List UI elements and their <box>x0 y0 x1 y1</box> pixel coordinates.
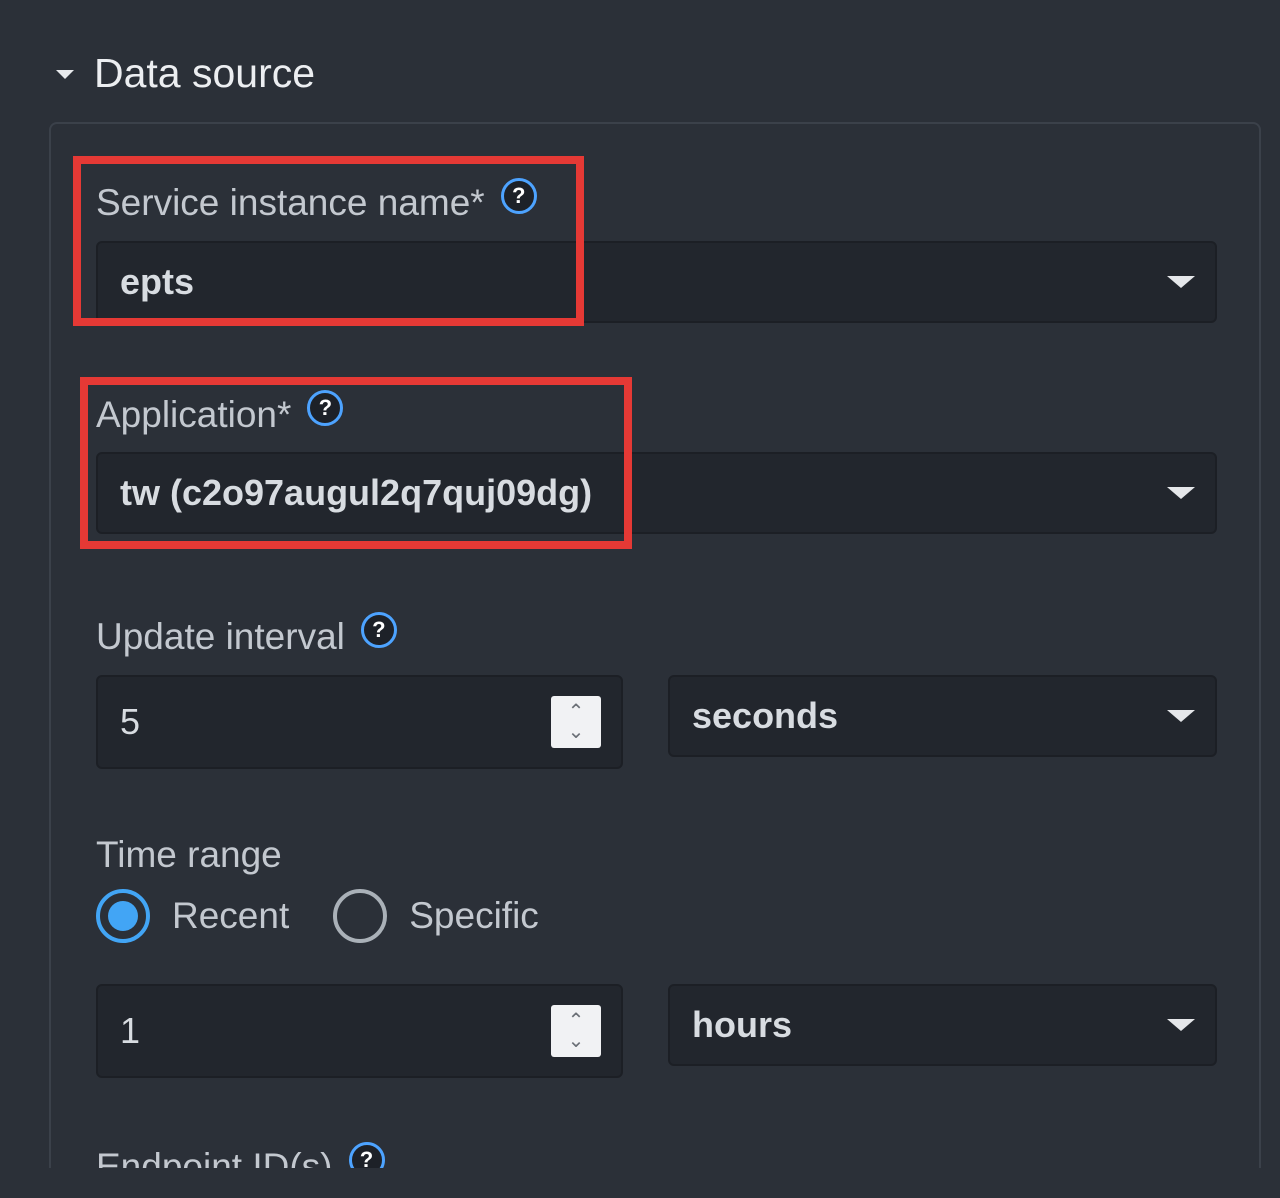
data-source-section-toggle[interactable]: Data source <box>56 50 315 97</box>
service-instance-label-row: Service instance name* ? <box>96 178 537 224</box>
update-interval-unit: seconds <box>692 695 839 736</box>
application-value: tw (c2o97augul2q7quj09dg) <box>120 472 593 513</box>
time-range-label-row: Time range <box>96 834 282 876</box>
radio-unselected-icon <box>333 889 388 943</box>
service-instance-value: epts <box>120 261 195 302</box>
help-icon[interactable]: ? <box>307 390 344 426</box>
update-interval-value: 5 <box>120 701 141 742</box>
radio-recent[interactable]: Recent <box>96 889 289 943</box>
radio-specific[interactable]: Specific <box>333 889 539 943</box>
update-interval-input[interactable]: 5 ⌃ ⌄ <box>96 675 623 769</box>
time-range-value: 1 <box>120 1010 141 1051</box>
time-range-input[interactable]: 1 ⌃ ⌄ <box>96 984 623 1078</box>
dropdown-arrow-icon <box>1167 1019 1195 1031</box>
caret-down-icon <box>56 70 74 79</box>
help-icon[interactable]: ? <box>348 1142 385 1168</box>
number-spinner[interactable]: ⌃ ⌄ <box>551 696 601 748</box>
update-interval-unit-select[interactable]: seconds <box>668 675 1217 757</box>
update-interval-label: Update interval <box>96 616 345 657</box>
help-icon[interactable]: ? <box>500 178 537 214</box>
data-source-panel: Service instance name* ? epts Applicatio… <box>49 122 1261 1168</box>
radio-selected-icon <box>96 889 150 943</box>
time-range-unit: hours <box>692 1004 793 1045</box>
application-label: Application* <box>96 394 292 435</box>
update-interval-label-row: Update interval ? <box>96 612 397 658</box>
dropdown-arrow-icon <box>1167 276 1195 288</box>
chevron-down-icon[interactable]: ⌄ <box>568 1031 585 1051</box>
dropdown-arrow-icon <box>1167 487 1195 499</box>
service-instance-label: Service instance name* <box>96 182 485 223</box>
endpoint-ids-label: Endpoint ID(s) <box>96 1146 333 1168</box>
radio-label: Specific <box>409 895 539 936</box>
endpoint-ids-label-row: Endpoint ID(s) ? <box>96 1142 385 1168</box>
help-icon[interactable]: ? <box>360 612 397 648</box>
application-label-row: Application* ? <box>96 390 344 436</box>
dropdown-arrow-icon <box>1167 710 1195 722</box>
chevron-up-icon[interactable]: ⌃ <box>568 1011 585 1031</box>
section-title: Data source <box>94 50 316 96</box>
application-select[interactable]: tw (c2o97augul2q7quj09dg) <box>96 452 1217 534</box>
number-spinner[interactable]: ⌃ ⌄ <box>551 1005 601 1057</box>
radio-label: Recent <box>172 895 290 936</box>
chevron-down-icon[interactable]: ⌄ <box>568 722 585 742</box>
time-range-radio-group: Recent Specific <box>96 889 583 943</box>
time-range-unit-select[interactable]: hours <box>668 984 1217 1066</box>
service-instance-select[interactable]: epts <box>96 241 1217 323</box>
chevron-up-icon[interactable]: ⌃ <box>568 702 585 722</box>
time-range-label: Time range <box>96 834 282 875</box>
